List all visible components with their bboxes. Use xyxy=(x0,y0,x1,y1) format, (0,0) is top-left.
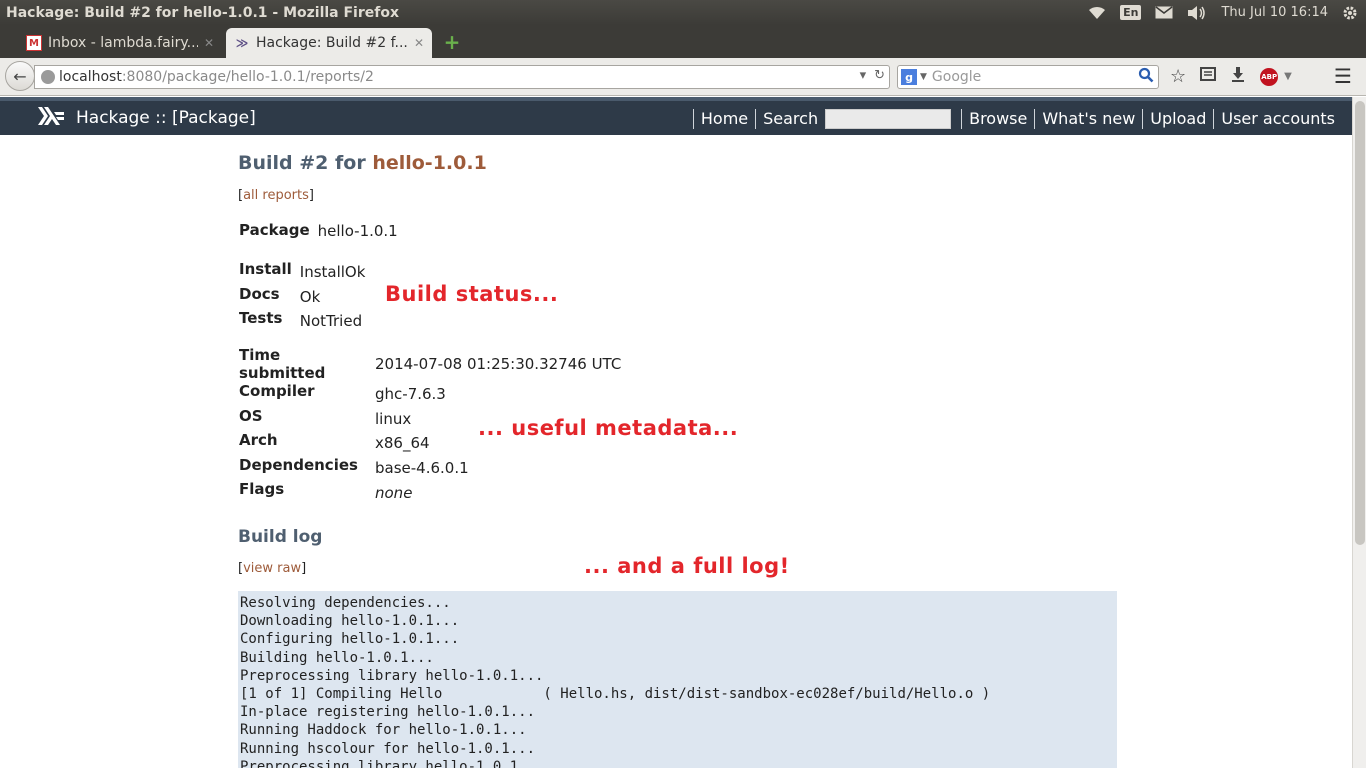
all-reports-link[interactable]: all reports xyxy=(243,188,309,203)
view-raw-link[interactable]: view raw xyxy=(243,561,301,576)
metadata-value: 2014-07-08 01:25:30.32746 UTC xyxy=(375,355,622,373)
log-line: Preprocessing library hello-1.0.1... xyxy=(240,758,544,768)
metadata-value: base-4.6.0.1 xyxy=(375,459,469,478)
google-engine-icon[interactable]: g xyxy=(901,69,917,85)
tab-inbox[interactable]: M Inbox - lambda.fairy... ✕ xyxy=(18,28,222,58)
nav-whats-new-link[interactable]: What's new xyxy=(1034,109,1142,129)
window-title: Hackage: Build #2 for hello-1.0.1 - Mozi… xyxy=(6,4,399,21)
wifi-icon[interactable] xyxy=(1088,6,1106,20)
metadata-label: Arch xyxy=(239,431,278,450)
page-title-prefix: Build #2 for xyxy=(238,152,373,174)
tab-strip: M Inbox - lambda.fairy... ✕ ≫ Hackage: B… xyxy=(0,25,1366,58)
annotation-build-status: Build status... xyxy=(385,282,559,306)
metadata-value: ghc-7.6.3 xyxy=(375,385,446,404)
tab-hackage-build[interactable]: ≫ Hackage: Build #2 f... ✕ xyxy=(226,28,432,58)
volume-icon[interactable] xyxy=(1187,5,1207,20)
back-button[interactable]: ← xyxy=(5,61,35,91)
metadata-label: OS xyxy=(239,406,263,425)
package-title-link[interactable]: hello-1.0.1 xyxy=(372,152,486,174)
url-dropdown-icon[interactable]: ▾ xyxy=(860,68,867,83)
package-value: hello-1.0.1 xyxy=(317,221,398,240)
close-icon[interactable]: ✕ xyxy=(204,36,214,50)
all-reports-line: [all reports] xyxy=(238,188,314,203)
chevron-down-icon[interactable]: ▼ xyxy=(1284,71,1292,82)
hackage-header: Hackage :: [Package] Home Search Browse … xyxy=(0,97,1352,135)
scrollbar-thumb[interactable] xyxy=(1355,101,1365,545)
url-host: localhost xyxy=(59,69,122,85)
vertical-scrollbar[interactable] xyxy=(1352,97,1366,768)
package-label: Package xyxy=(239,221,310,239)
build-log: Resolving dependencies... Downloading hel… xyxy=(238,591,1117,768)
hackage-title[interactable]: Hackage :: [Package] xyxy=(76,108,256,128)
log-line: Building hello-1.0.1... xyxy=(240,649,434,666)
log-line: Preprocessing library hello-1.0.1... xyxy=(240,667,544,684)
bookmark-star-icon[interactable]: ☆ xyxy=(1170,66,1186,87)
nav-user-accounts-link[interactable]: User accounts xyxy=(1213,109,1342,129)
status-value: Ok xyxy=(299,287,321,306)
search-icon[interactable] xyxy=(1138,67,1154,87)
navigation-toolbar: localhost:8080/package/hello-1.0.1/repor… xyxy=(0,58,1366,96)
status-label: Docs xyxy=(239,284,280,303)
hackage-icon: ≫ xyxy=(235,36,249,50)
log-line: In-place registering hello-1.0.1... xyxy=(240,704,536,721)
metadata-label: Time submitted xyxy=(239,346,326,382)
build-log-heading: Build log xyxy=(238,527,323,547)
log-line: Downloading hello-1.0.1... xyxy=(240,613,460,630)
close-icon[interactable]: ✕ xyxy=(414,36,424,50)
os-top-panel: Hackage: Build #2 for hello-1.0.1 - Mozi… xyxy=(0,0,1366,25)
annotation-metadata: ... useful metadata... xyxy=(478,416,739,440)
nav-search-label: Search xyxy=(755,109,825,129)
tab-label: Hackage: Build #2 f... xyxy=(256,35,408,51)
metadata-value: none xyxy=(375,483,413,502)
nav-browse-link[interactable]: Browse xyxy=(961,109,1034,129)
nav-upload-link[interactable]: Upload xyxy=(1142,109,1213,129)
log-line: Configuring hello-1.0.1... xyxy=(240,631,460,648)
bookmarks-menu-icon[interactable] xyxy=(1200,66,1217,87)
status-label: Install xyxy=(239,260,292,278)
package-table: Package hello-1.0.1 xyxy=(238,221,398,240)
reload-icon[interactable]: ↻ xyxy=(874,68,885,83)
log-line: Running hscolour for hello-1.0.1... xyxy=(240,740,536,757)
haskell-logo-icon[interactable] xyxy=(38,106,66,130)
build-status-table: Install InstallOk Docs Ok Tests NotTried xyxy=(238,260,365,334)
chevron-down-icon[interactable]: ▼ xyxy=(920,72,927,82)
url-path: :8080/package/hello-1.0.1/reports/2 xyxy=(121,69,374,85)
new-tab-plus-icon[interactable]: + xyxy=(442,32,462,53)
nav-home-link[interactable]: Home xyxy=(692,109,755,129)
downloads-icon[interactable] xyxy=(1230,66,1246,87)
status-label: Tests xyxy=(239,309,283,327)
view-raw-line: [view raw] xyxy=(238,561,307,576)
url-bar[interactable]: localhost:8080/package/hello-1.0.1/repor… xyxy=(34,65,890,89)
metadata-label: Compiler xyxy=(239,382,315,400)
log-line: Running Haddock for hello-1.0.1... xyxy=(240,722,527,739)
metadata-label: Dependencies xyxy=(239,455,358,474)
log-line: [1 of 1] Compiling Hello ( Hello.hs, dis… xyxy=(240,686,991,703)
clock[interactable]: Thu Jul 10 16:14 xyxy=(1221,5,1328,20)
back-arrow-icon: ← xyxy=(13,66,27,86)
status-value: NotTried xyxy=(299,312,363,331)
adblock-plus-icon[interactable]: ABP xyxy=(1260,67,1279,86)
hackage-search-input[interactable] xyxy=(825,109,952,129)
keyboard-layout-indicator[interactable]: En xyxy=(1120,5,1142,20)
hackage-nav: Home Search Browse What's new Upload Use… xyxy=(692,106,1342,132)
gmail-icon: M xyxy=(26,35,42,51)
log-line: Resolving dependencies... xyxy=(240,595,451,611)
settings-gear-icon[interactable] xyxy=(1342,5,1358,21)
annotation-full-log: ... and a full log! xyxy=(584,554,790,578)
metadata-label: Flags xyxy=(239,480,285,499)
search-bar[interactable]: g ▼ Google xyxy=(897,65,1159,89)
status-value: InstallOk xyxy=(299,263,366,282)
page-title: Build #2 for hello-1.0.1 xyxy=(238,152,487,174)
globe-icon xyxy=(41,70,55,84)
hamburger-menu-icon[interactable]: ☰ xyxy=(1334,64,1356,88)
tab-label: Inbox - lambda.fairy... xyxy=(48,35,198,51)
mail-icon[interactable] xyxy=(1155,6,1173,19)
search-placeholder: Google xyxy=(931,69,982,85)
